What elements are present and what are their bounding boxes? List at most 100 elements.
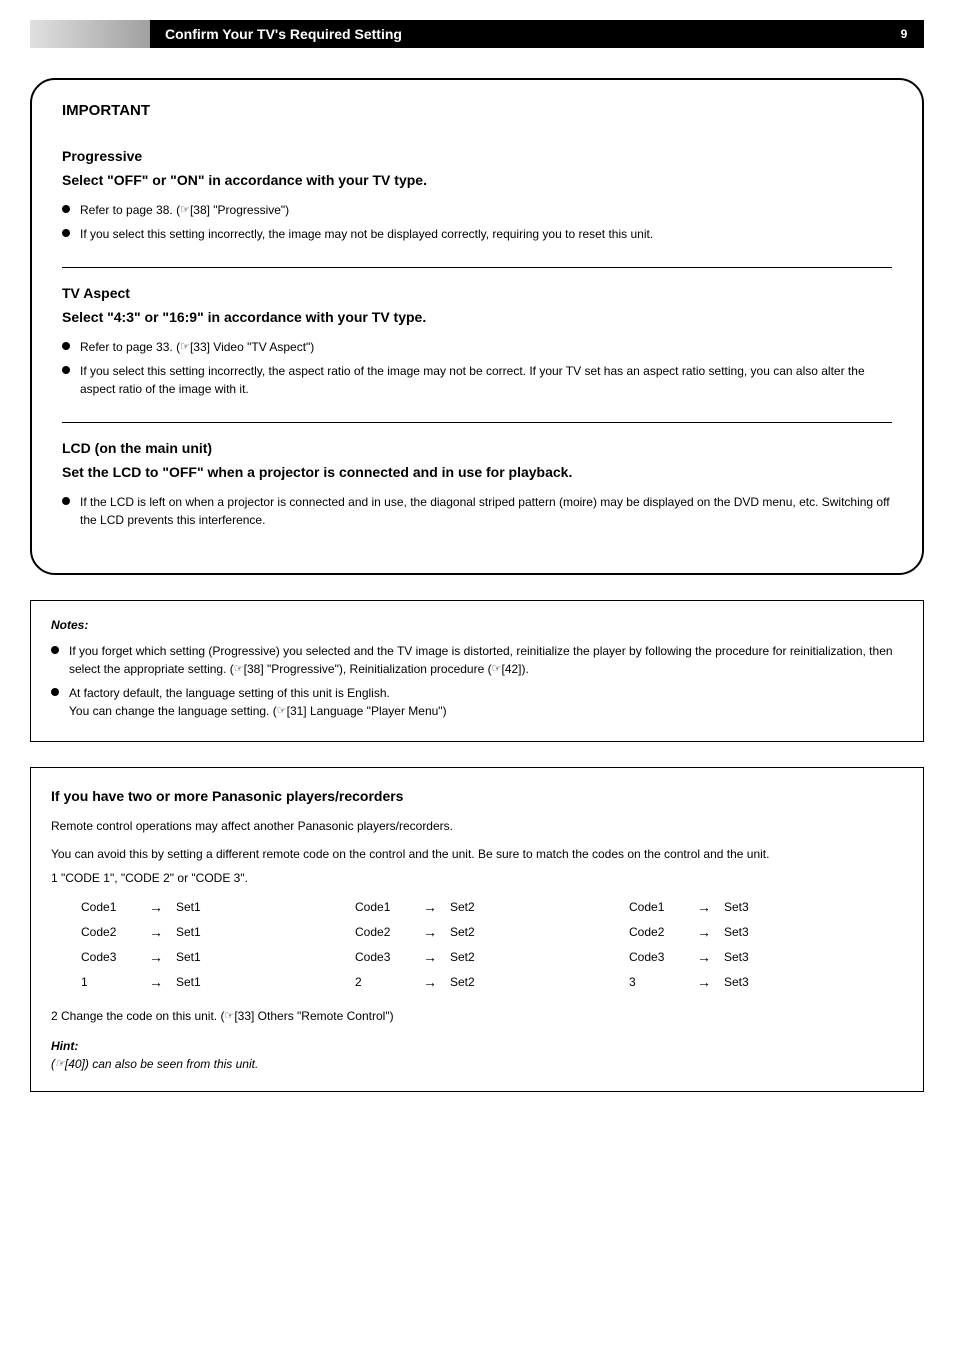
code-label: Code3 xyxy=(81,948,141,966)
code-row: Code3 → Set3 xyxy=(629,947,903,968)
code-column-2: Code1 → Set2 Code2 → Set2 Code3 → Set2 2… xyxy=(355,897,629,997)
code-label: Code2 xyxy=(629,923,689,941)
code-value: Set2 xyxy=(450,923,475,941)
bullet-icon xyxy=(62,342,70,350)
notes-label: Notes: xyxy=(51,616,903,634)
lcd-bullets: If the LCD is left on when a projector i… xyxy=(62,493,892,529)
bullet-text: If you select this setting incorrectly, … xyxy=(80,362,892,398)
remote-title: If you have two or more Panasonic player… xyxy=(51,786,903,807)
code-row: Code2 → Set3 xyxy=(629,922,903,943)
bullet-text: At factory default, the language setting… xyxy=(69,684,903,720)
aspect-action: Select "4:3" or "16:9" in accordance wit… xyxy=(62,307,892,328)
code-row: Code3 → Set2 xyxy=(355,947,629,968)
code-label: 3 xyxy=(629,973,689,991)
code-label: 1 xyxy=(81,973,141,991)
list-item: If the LCD is left on when a projector i… xyxy=(62,493,892,529)
code-value: Set2 xyxy=(450,898,475,916)
list-item: Refer to page 38. ([38] "Progressive") xyxy=(62,201,892,219)
code-value: Set1 xyxy=(176,973,201,991)
bullet-icon xyxy=(51,646,59,654)
code-label: Code3 xyxy=(629,948,689,966)
code-row: Code1 → Set1 xyxy=(81,897,355,918)
arrow-icon: → xyxy=(149,897,163,918)
notes-bullets: If you forget which setting (Progressive… xyxy=(51,642,903,720)
pointer-icon xyxy=(180,202,190,219)
arrow-icon: → xyxy=(423,897,437,918)
code-column-3: Code1 → Set3 Code2 → Set3 Code3 → Set3 3… xyxy=(629,897,903,997)
code-columns: Code1 → Set1 Code2 → Set1 Code3 → Set1 1… xyxy=(51,897,903,997)
code-row: 3 → Set3 xyxy=(629,972,903,993)
bullet-icon xyxy=(62,497,70,505)
code-label: Code1 xyxy=(629,898,689,916)
list-item: If you select this setting incorrectly, … xyxy=(62,362,892,398)
bullet-text: If you forget which setting (Progressive… xyxy=(69,642,903,678)
bullet-text: Refer to page 38. ([38] "Progressive") xyxy=(80,201,892,219)
code-row: Code2 → Set1 xyxy=(81,922,355,943)
list-item: If you forget which setting (Progressive… xyxy=(51,642,903,678)
arrow-icon: → xyxy=(697,947,711,968)
remote-text: You can avoid this by setting a differen… xyxy=(51,845,903,863)
remote-step2: 2 Change the code on this unit. ([33] Ot… xyxy=(51,1007,903,1025)
code-value: Set2 xyxy=(450,948,475,966)
code-label: Code1 xyxy=(355,898,415,916)
aspect-bullets: Refer to page 33. ([33] Video "TV Aspect… xyxy=(62,338,892,398)
code-row: 2 → Set2 xyxy=(355,972,629,993)
page-number: 9 xyxy=(884,20,924,48)
progressive-section: Progressive Select "OFF" or "ON" in acco… xyxy=(62,138,892,267)
arrow-icon: → xyxy=(697,897,711,918)
lcd-section: LCD (on the main unit) Set the LCD to "O… xyxy=(62,422,892,553)
remote-codes-header: 1 "CODE 1", "CODE 2" or "CODE 3". xyxy=(51,869,903,887)
arrow-icon: → xyxy=(697,922,711,943)
lcd-label: LCD (on the main unit) xyxy=(62,438,892,459)
bullet-icon xyxy=(51,688,59,696)
code-value: Set3 xyxy=(724,898,749,916)
list-item: Refer to page 33. ([33] Video "TV Aspect… xyxy=(62,338,892,356)
code-label: 2 xyxy=(355,973,415,991)
arrow-icon: → xyxy=(697,972,711,993)
important-box: IMPORTANT Progressive Select "OFF" or "O… xyxy=(30,78,924,575)
hint-label: Hint: xyxy=(51,1039,78,1053)
bullet-icon xyxy=(62,205,70,213)
pointer-icon xyxy=(492,661,502,678)
code-value: Set3 xyxy=(724,923,749,941)
arrow-icon: → xyxy=(149,972,163,993)
code-label: Code3 xyxy=(355,948,415,966)
pointer-icon xyxy=(180,339,190,356)
code-row: Code2 → Set2 xyxy=(355,922,629,943)
code-value: Set1 xyxy=(176,948,201,966)
code-label: Code2 xyxy=(355,923,415,941)
bullet-text: If the LCD is left on when a projector i… xyxy=(80,493,892,529)
progressive-action: Select "OFF" or "ON" in accordance with … xyxy=(62,170,892,191)
progressive-bullets: Refer to page 38. ([38] "Progressive") I… xyxy=(62,201,892,243)
aspect-label: TV Aspect xyxy=(62,283,892,304)
code-row: Code1 → Set2 xyxy=(355,897,629,918)
code-row: Code3 → Set1 xyxy=(81,947,355,968)
header-gradient xyxy=(30,20,150,48)
pointer-icon xyxy=(55,1056,65,1073)
pointer-icon xyxy=(277,703,287,720)
notes-box: Notes: If you forget which setting (Prog… xyxy=(30,600,924,742)
code-value: Set1 xyxy=(176,923,201,941)
code-label: Code2 xyxy=(81,923,141,941)
code-row: 1 → Set1 xyxy=(81,972,355,993)
arrow-icon: → xyxy=(423,972,437,993)
list-item: At factory default, the language setting… xyxy=(51,684,903,720)
bullet-text: Refer to page 33. ([33] Video "TV Aspect… xyxy=(80,338,892,356)
header-title: Confirm Your TV's Required Setting xyxy=(150,20,884,48)
arrow-icon: → xyxy=(423,947,437,968)
code-row: Code1 → Set3 xyxy=(629,897,903,918)
progressive-label: Progressive xyxy=(62,146,892,167)
arrow-icon: → xyxy=(423,922,437,943)
page-header: Confirm Your TV's Required Setting 9 xyxy=(30,20,924,48)
code-value: Set2 xyxy=(450,973,475,991)
code-column-1: Code1 → Set1 Code2 → Set1 Code3 → Set1 1… xyxy=(81,897,355,997)
bullet-icon xyxy=(62,229,70,237)
code-label: Code1 xyxy=(81,898,141,916)
code-value: Set3 xyxy=(724,948,749,966)
lcd-action: Set the LCD to "OFF" when a projector is… xyxy=(62,462,892,483)
arrow-icon: → xyxy=(149,947,163,968)
pointer-icon xyxy=(224,1008,234,1025)
arrow-icon: → xyxy=(149,922,163,943)
remote-hint: Hint: ([40]) can also be seen from this … xyxy=(51,1037,903,1073)
code-value: Set3 xyxy=(724,973,749,991)
